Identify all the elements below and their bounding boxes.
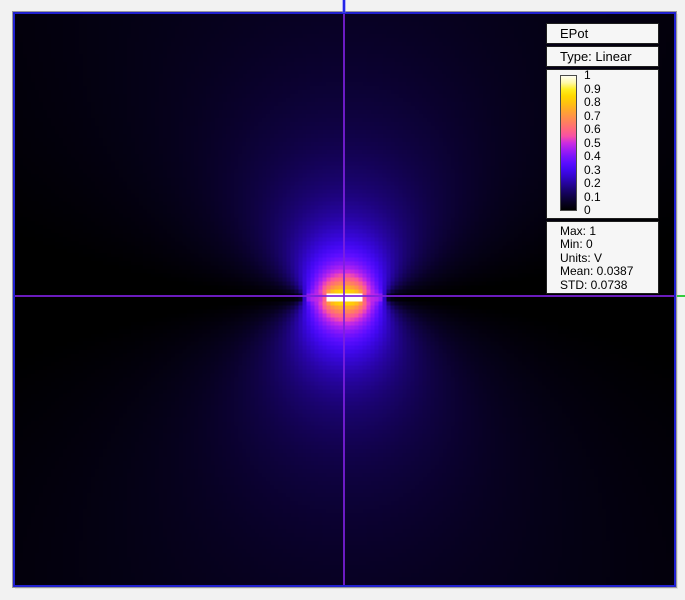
colorbar-tick: 0.3 — [584, 164, 624, 177]
colorbar-tick: 1 — [584, 69, 624, 82]
colorbar-tick: 0.4 — [584, 150, 624, 163]
colorbar-tick: 0.9 — [584, 83, 624, 96]
colorbar-tick: 0.7 — [584, 110, 624, 123]
app-window: { "legend": { "title": "EPot", "type_lab… — [0, 0, 685, 600]
colorbar-gradient — [560, 75, 577, 211]
colorbar-tick: 0.5 — [584, 137, 624, 150]
crosshair-right-tick — [677, 295, 685, 297]
crosshair-horizontal-line — [15, 295, 674, 297]
stat-min: Min: 0 — [560, 238, 658, 251]
legend-title: EPot — [546, 23, 659, 44]
legend-panel: EPot Type: Linear 1 0.9 0.8 0.7 0.6 0.5 … — [546, 23, 659, 294]
colorbar-box: 1 0.9 0.8 0.7 0.6 0.5 0.4 0.3 0.2 0.1 0 — [546, 69, 659, 219]
crosshair-top-tick — [343, 0, 345, 12]
colorbar-tick-labels: 1 0.9 0.8 0.7 0.6 0.5 0.4 0.3 0.2 0.1 0 — [584, 69, 624, 217]
colorbar-tick: 0.2 — [584, 177, 624, 190]
stat-units: Units: V — [560, 252, 658, 265]
colorbar-tick: 0.8 — [584, 96, 624, 109]
crosshair-vertical-line — [343, 14, 345, 585]
stat-std: STD: 0.0738 — [560, 279, 658, 292]
stat-max: Max: 1 — [560, 225, 658, 238]
colorbar-tick: 0 — [584, 204, 624, 217]
legend-scale-type: Type: Linear — [546, 46, 659, 67]
colorbar-tick: 0.6 — [584, 123, 624, 136]
stats-box: Max: 1 Min: 0 Units: V Mean: 0.0387 STD:… — [546, 221, 659, 294]
stat-mean: Mean: 0.0387 — [560, 265, 658, 278]
colorbar-tick: 0.1 — [584, 191, 624, 204]
